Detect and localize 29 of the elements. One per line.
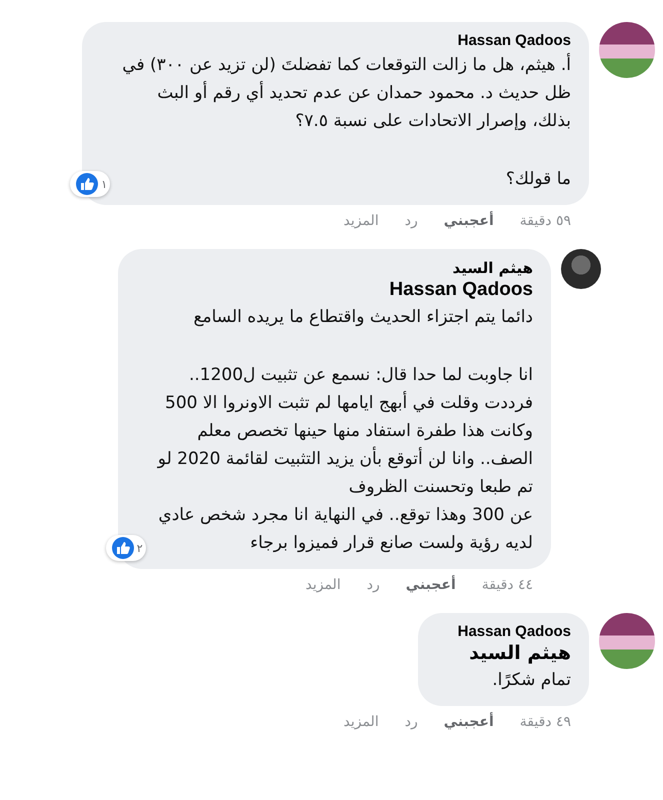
- timestamp: ٤٩ دقيقة: [520, 714, 571, 730]
- reply-link[interactable]: رد: [404, 714, 418, 730]
- thumbs-up-icon: [76, 173, 98, 195]
- timestamp: ٥٩ دقيقة: [520, 213, 571, 229]
- reaction-badge[interactable]: ٢: [106, 535, 146, 561]
- author-name[interactable]: Hassan Qadoos: [458, 623, 571, 640]
- comment-text: ما قولك؟: [506, 168, 571, 191]
- comment-text: تمام شكرًا.: [492, 669, 571, 692]
- comment-text: دائما يتم اجتزاء الحديث واقتطاع ما يريده السامع: [193, 306, 533, 329]
- author-name[interactable]: Hassan Qadoos: [458, 32, 571, 49]
- mention-link[interactable]: Hassan Qadoos: [389, 279, 533, 301]
- comment-text: أ. هيثم، هل ما زالت التوقعات كما تفضلتَ (لن تزيد عن ٣٠٠) في ظل حديث د. محمود حمدان عن عدم تحديد أي رقم أو البث بذلك، وإصرار الاتحادات على نسبة ٧.٥؟: [122, 52, 571, 133]
- timestamp: ٤٤ دقيقة: [482, 577, 533, 593]
- more-link[interactable]: المزيد: [343, 714, 379, 730]
- more-link[interactable]: المزيد: [343, 213, 379, 229]
- avatar[interactable]: [561, 249, 601, 289]
- like-link[interactable]: أعجبني: [444, 714, 494, 730]
- reply-link[interactable]: رد: [404, 213, 418, 229]
- comment-text: انا جاوبت لما حدا قال: نسمع عن تثبيت ل1200.. فرددت وقلت في أبهج ايامها لم تثبت الاونروا الا 500 وكانت هذا طفرة استفاد منها حينها تخصص معلم الصف.. وانا لن أتوقع بأن يزيد التثبيت لقائمة 2020 لو تم طبعا وتحسنت الظروف عن 300 وهذا توقع.. في النهاية انا مجرد شخص عادي لديه رؤية ولست صانع قرار فميزوا برجاء: [158, 364, 533, 555]
- like-link[interactable]: أعجبني: [406, 577, 456, 593]
- more-link[interactable]: المزيد: [305, 577, 341, 593]
- author-name[interactable]: هيثم السيد: [452, 259, 533, 277]
- reaction-badge[interactable]: ١: [70, 171, 110, 197]
- mention-link[interactable]: هيثم السيد: [469, 642, 571, 664]
- like-count: ١: [101, 178, 108, 190]
- like-link[interactable]: أعجبني: [444, 213, 494, 229]
- thumbs-up-icon: [112, 537, 134, 559]
- like-count: ٢: [136, 542, 143, 554]
- reply-link[interactable]: رد: [366, 577, 380, 593]
